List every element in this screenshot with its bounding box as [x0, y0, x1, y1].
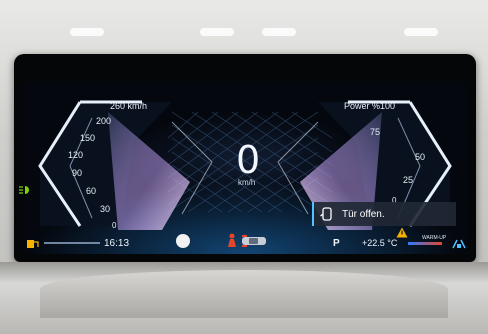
speed-tick: 90: [72, 168, 83, 178]
ceiling-lamp: [200, 28, 234, 36]
warm-up-label: WARM-UP: [422, 235, 447, 241]
speed-scale-max-label: 260 km/h: [110, 101, 148, 111]
power-tick: 25: [403, 175, 414, 185]
speed-tick: 200: [96, 116, 112, 126]
ceiling-lamp: [262, 28, 296, 36]
range-bar: [44, 242, 100, 244]
lane-assist-icon: [452, 236, 466, 249]
speed-tick: 60: [86, 186, 97, 196]
speed-unit: km/h: [238, 178, 256, 187]
instrument-cluster-screen: 260 km/h 200 150 120 90 60 30 0 0 km/h P…: [22, 82, 468, 254]
speed-tick: 30: [100, 204, 111, 214]
clock-time: 16:13: [104, 238, 130, 249]
power-tick: 50: [415, 152, 426, 162]
fuel-icon: [26, 236, 40, 248]
adaptive-cruise-indicator: [176, 234, 190, 248]
power-scale-label: Power %100: [344, 101, 395, 111]
speed-tick: 0: [112, 221, 117, 230]
speed-value: 0: [236, 138, 260, 182]
door-alert-icon: [226, 232, 238, 248]
speed-tick: 150: [80, 133, 96, 143]
outside-temperature: +22.5 °C: [362, 238, 398, 248]
power-label: Power %: [344, 101, 381, 111]
ceiling-lamp: [70, 28, 104, 36]
power-tick: 75: [370, 127, 381, 137]
door-open-icon: [320, 207, 334, 221]
car-top-view-icon: [240, 234, 268, 247]
power-max: 100: [380, 101, 396, 111]
notification-text: Tür offen.: [342, 208, 385, 220]
gear-indicator: P: [333, 238, 340, 249]
warm-up-bar: [408, 242, 442, 245]
ceiling-lamp: [404, 28, 438, 36]
speed-tick: 120: [68, 150, 84, 160]
warning-triangle-icon: [396, 225, 408, 238]
headlight-icon: [18, 182, 30, 194]
door-open-notification[interactable]: Tür offen.: [312, 202, 456, 226]
steering-column-cover: [40, 270, 448, 318]
